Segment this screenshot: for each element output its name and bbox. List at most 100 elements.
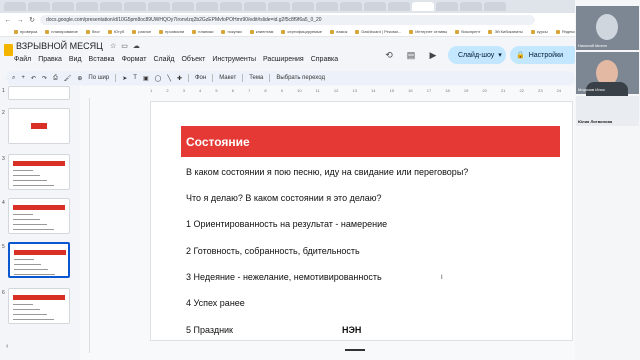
browser-tab[interactable] [388, 2, 410, 11]
bookmark-item[interactable]: Эй Кибикапаты [488, 29, 522, 34]
slide-text-line[interactable]: 2 Готовность, собранность, бдительность [186, 246, 360, 256]
undo-icon[interactable]: ↶ [31, 75, 36, 82]
text-box-icon[interactable]: T [133, 75, 137, 81]
bookmark-item[interactable]: планики [192, 29, 213, 34]
bookmark-item[interactable]: проверка [14, 29, 37, 34]
menu-item[interactable]: Формат [122, 56, 147, 63]
slide-thumbnail[interactable] [8, 108, 70, 144]
browser-tab[interactable] [484, 2, 506, 11]
slides-logo-icon[interactable] [4, 44, 13, 56]
settings-button[interactable]: 🔒 Настройки [510, 46, 580, 64]
reload-icon[interactable]: ↻ [28, 16, 36, 24]
slide-text-line[interactable]: В каком состоянии я пою песню, иду на св… [186, 167, 468, 177]
menu-item[interactable]: Правка [38, 56, 62, 63]
slide-thumbnail[interactable] [8, 288, 70, 324]
menu-item[interactable]: Файл [14, 56, 31, 63]
slide-text-line[interactable]: 3 Недеяние - нежелание, немотивированнос… [186, 272, 382, 282]
zoom-select[interactable]: По шир [88, 75, 109, 81]
menu-item[interactable]: Вставка [89, 56, 115, 63]
move-folder-icon[interactable]: ▭ [121, 42, 128, 50]
participant-tile[interactable]: Морозов Илья [576, 52, 639, 96]
redo-icon[interactable]: ↷ [42, 75, 47, 82]
document-title[interactable]: ВЗРЫВНОЙ МЕСЯЦ [16, 41, 103, 51]
browser-tab[interactable] [124, 2, 146, 11]
image-icon[interactable]: ▣ [143, 75, 149, 82]
slide-thumbnail[interactable] [8, 86, 70, 100]
back-icon[interactable]: ← [4, 17, 12, 24]
browser-tab[interactable] [196, 2, 218, 11]
new-slide-icon[interactable]: + [21, 75, 25, 81]
collapse-panel-icon[interactable]: ‹ [6, 343, 8, 350]
menu-item[interactable]: Слайд [153, 56, 174, 63]
slideshow-button[interactable]: Слайд-шоу ▾ [448, 46, 506, 64]
slide-thumbnail[interactable] [8, 198, 70, 234]
line-icon[interactable]: ╲ [167, 75, 171, 82]
browser-tab[interactable] [100, 2, 122, 11]
theme-button[interactable]: Тема [249, 75, 263, 81]
forward-icon[interactable]: → [16, 17, 24, 24]
url-field[interactable]: docs.google.com/presentation/d/10G5pm8oc… [40, 15, 535, 25]
settings-label: Настройки [528, 51, 564, 59]
bookmark-item[interactable]: сертифицируемые [281, 29, 322, 34]
browser-tab[interactable] [172, 2, 194, 11]
shape-icon[interactable]: ◯ [155, 75, 162, 82]
browser-tab[interactable] [4, 2, 26, 11]
search-menus-icon[interactable]: ⌕ [12, 75, 15, 82]
menu-item[interactable]: Инструменты [212, 56, 256, 63]
background-button[interactable]: Фон [195, 75, 206, 81]
browser-tab[interactable] [436, 2, 458, 11]
slide-text-line[interactable]: 5 Праздник [186, 325, 233, 335]
browser-tab[interactable] [244, 2, 266, 11]
history-icon[interactable]: ⟲ [382, 48, 396, 62]
bookmark-item[interactable]: ламок [330, 29, 347, 34]
browser-tab[interactable] [148, 2, 170, 11]
slide-text-line[interactable]: 4 Успех ранее [186, 298, 245, 308]
comments-icon[interactable]: ▤ [404, 48, 418, 62]
bookmark-item[interactable]: Ютуб [108, 29, 124, 34]
bookmark-item[interactable]: разное [132, 29, 151, 34]
menu-item[interactable]: Объект [181, 56, 205, 63]
browser-tab[interactable] [364, 2, 386, 11]
browser-tab[interactable] [76, 2, 98, 11]
bookmark-item[interactable]: курсы [531, 29, 548, 34]
bookmark-item[interactable]: бизопрент [455, 29, 480, 34]
star-icon[interactable]: ☆ [110, 42, 116, 50]
print-icon[interactable]: ⎙ [53, 75, 58, 82]
cloud-status-icon[interactable]: ☁ [133, 42, 140, 50]
select-tool-icon[interactable]: ➤ [122, 75, 127, 82]
bookmark-item[interactable]: Dashboard | Рекоми... [355, 29, 401, 34]
thumb-header [13, 161, 65, 166]
slide-title[interactable]: Состояние [186, 135, 250, 149]
transition-button[interactable]: Выбрать переход [276, 75, 325, 81]
browser-tab[interactable] [28, 2, 50, 11]
bookmark-item[interactable]: планирование [45, 29, 78, 34]
slide-thumbnail[interactable] [8, 154, 70, 190]
slide-extra-text[interactable]: НЭН [342, 325, 361, 335]
browser-tab[interactable] [412, 2, 434, 11]
menu-item[interactable]: Расширения [263, 56, 304, 63]
meet-icon[interactable]: ▶ [426, 48, 440, 62]
slide-text-line[interactable]: Что я делаю? В каком состоянии я это дел… [186, 193, 382, 203]
paint-format-icon[interactable]: 🖌 [64, 75, 72, 82]
comment-add-icon[interactable]: ✚ [177, 75, 182, 82]
browser-tab[interactable] [292, 2, 314, 11]
participant-tile[interactable]: Юлия Литвинова [576, 96, 639, 126]
browser-tab[interactable] [52, 2, 74, 11]
bookmark-item[interactable]: клиентам [250, 29, 274, 34]
menu-item[interactable]: Вид [69, 56, 82, 63]
menu-item[interactable]: Справка [311, 56, 338, 63]
bookmark-item[interactable]: Интернет отливы [409, 29, 447, 34]
bookmark-item[interactable]: блог [86, 29, 100, 34]
bookmark-item[interactable]: прозвоспи [159, 29, 184, 34]
browser-tab[interactable] [316, 2, 338, 11]
zoom-icon[interactable]: ⊕ [77, 75, 82, 82]
layout-button[interactable]: Макет [219, 75, 236, 81]
slide-thumbnail[interactable] [8, 242, 70, 278]
browser-tab[interactable] [340, 2, 362, 11]
browser-tab[interactable] [220, 2, 242, 11]
slide-text-line[interactable]: 1 Ориентированность на результат - намер… [186, 219, 387, 229]
browser-tab[interactable] [460, 2, 482, 11]
participant-tile[interactable]: Николай Митин [576, 6, 639, 50]
browser-tab[interactable] [268, 2, 290, 11]
bookmark-item[interactable]: покупки [221, 29, 241, 34]
